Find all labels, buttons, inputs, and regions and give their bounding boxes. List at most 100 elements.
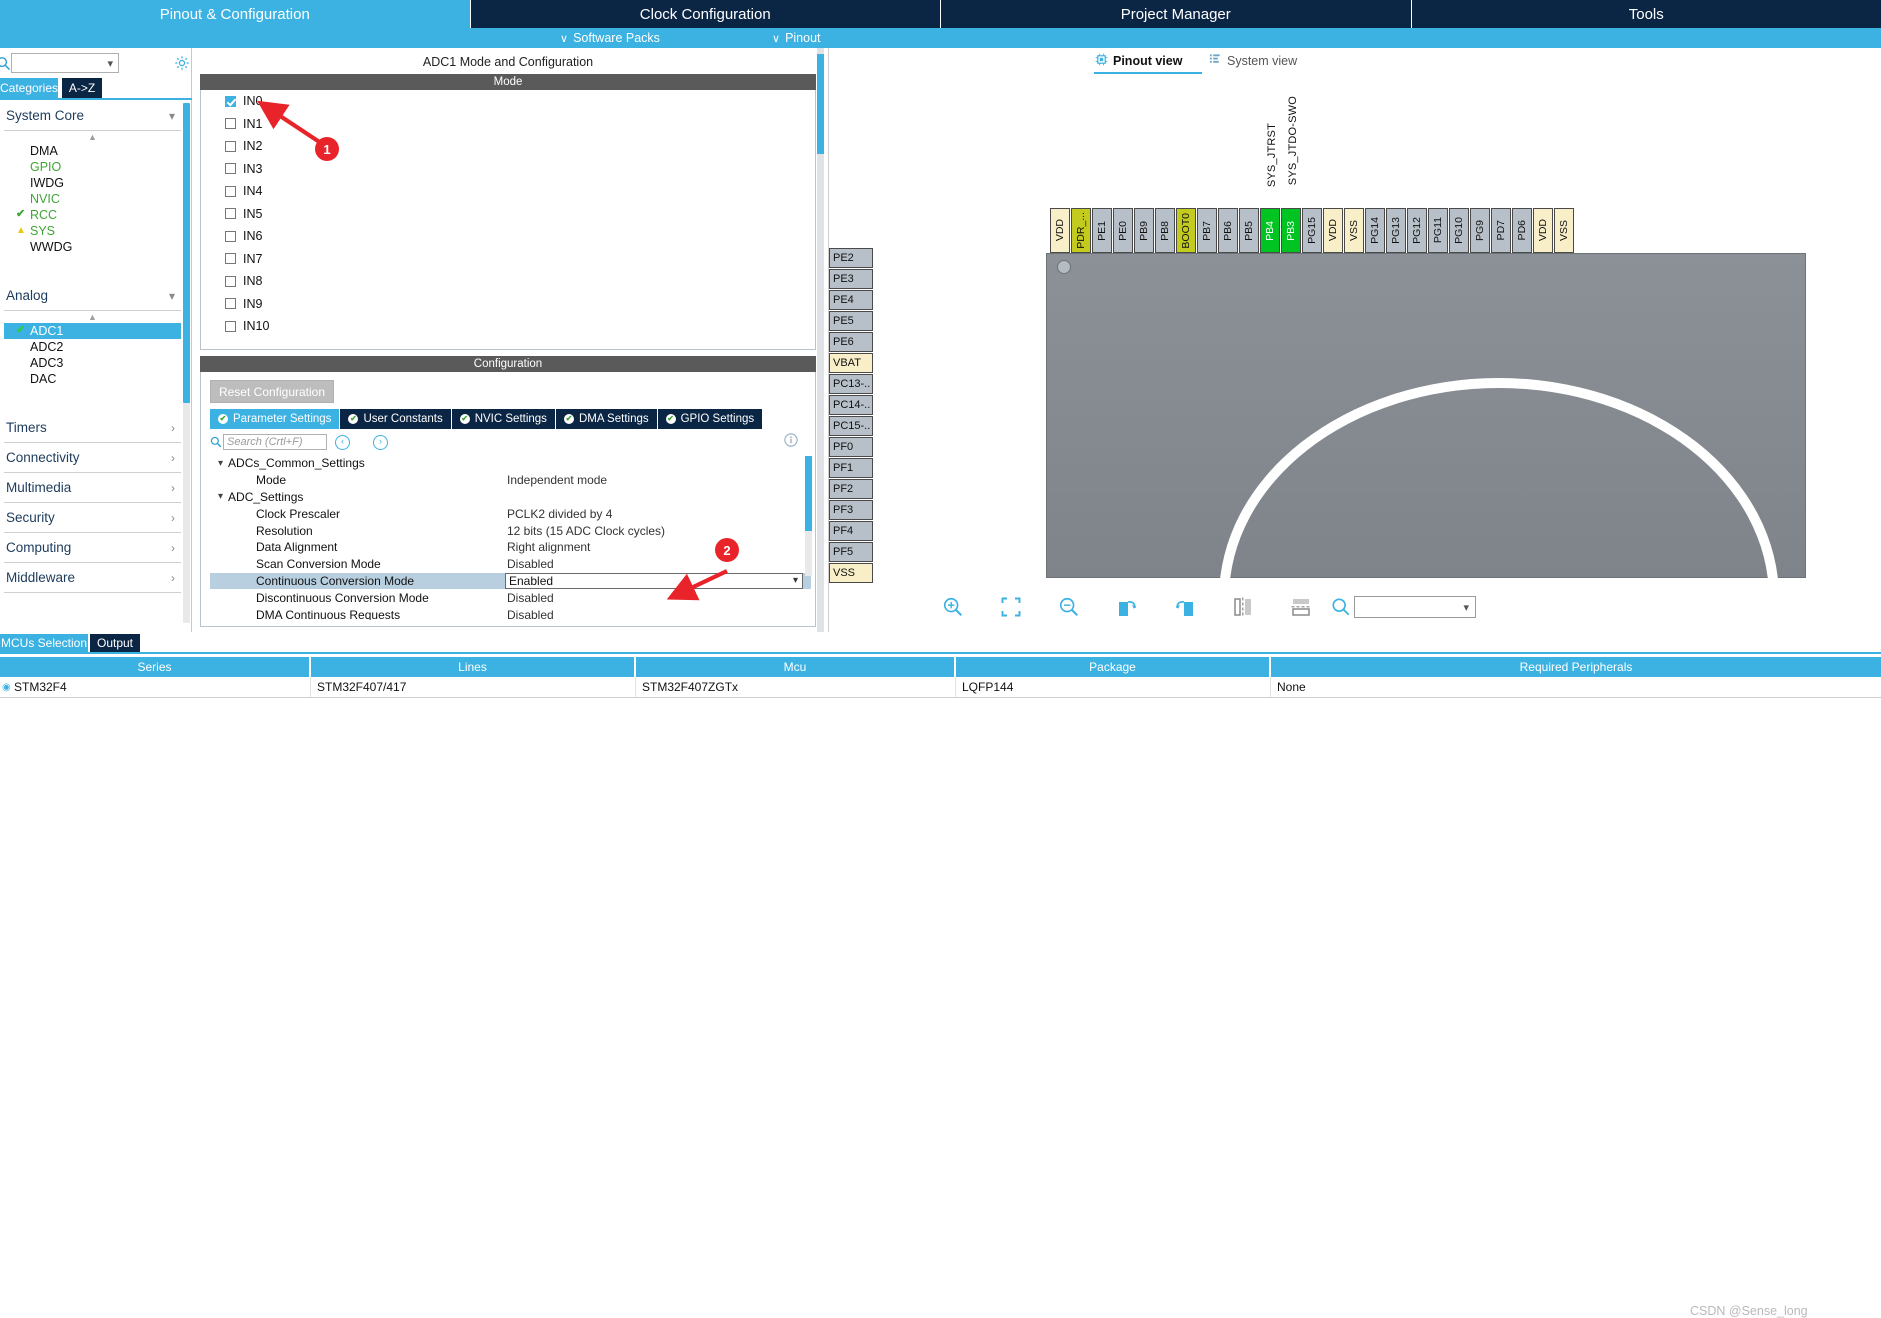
checkbox-row-in5[interactable]: IN5 [201, 203, 815, 226]
tab-mcus-selection[interactable]: MCUs Selection [0, 634, 88, 652]
pin-top-boot0[interactable]: BOOT0 [1176, 208, 1196, 253]
zoom-out-icon[interactable] [1055, 594, 1083, 620]
pin-top-pd7[interactable]: PD7 [1491, 208, 1511, 253]
tab-clock-configuration[interactable]: Clock Configuration [471, 0, 942, 28]
column-header-lines[interactable]: Lines [311, 657, 636, 677]
tree-item-iwdg[interactable]: IWDG [4, 175, 181, 191]
group-header-security[interactable]: Security › [4, 503, 181, 533]
pin-top-pe1[interactable]: PE1 [1092, 208, 1112, 253]
pin-top-vss[interactable]: VSS [1344, 208, 1364, 253]
tab-a-to-z[interactable]: A->Z [62, 78, 102, 98]
continuous-conversion-mode-dropdown[interactable]: Enabled ▾ [505, 573, 803, 589]
checkbox-row-in8[interactable]: IN8 [201, 270, 815, 293]
flip-vertical-icon[interactable] [1287, 594, 1315, 620]
tab-output[interactable]: Output [90, 634, 140, 652]
checkbox-row-in3[interactable]: IN3 [201, 158, 815, 181]
pin-top-pb4[interactable]: PB4 [1260, 208, 1280, 253]
pin-top-vss-2[interactable]: VSS [1554, 208, 1574, 253]
parameter-row-dma-continuous-requests[interactable]: DMA Continuous Requests Disabled [210, 606, 811, 620]
group-header-multimedia[interactable]: Multimedia › [4, 473, 181, 503]
table-row[interactable]: ◉ STM32F4 STM32F407/417 STM32F407ZGTx LQ… [0, 677, 1881, 698]
checkbox-row-in10[interactable]: IN10 [201, 315, 815, 338]
checkbox-row-in9[interactable]: IN9 [201, 293, 815, 316]
parameter-row-resolution[interactable]: Resolution 12 bits (15 ADC Clock cycles) [210, 522, 811, 539]
tab-categories[interactable]: Categories [0, 78, 58, 98]
scrollbar-thumb[interactable] [183, 103, 190, 403]
checkbox-row-in1[interactable]: IN1 [201, 113, 815, 136]
column-header-required-peripherals[interactable]: Required Peripherals [1271, 657, 1881, 677]
pin-left-pe3[interactable]: PE3 [829, 269, 873, 289]
tree-item-sys[interactable]: ▲SYS [4, 223, 181, 239]
search-icon[interactable] [1327, 594, 1355, 620]
rotate-right-icon[interactable] [1113, 594, 1141, 620]
pin-top-vdd-2[interactable]: VDD [1323, 208, 1343, 253]
tab-dma-settings[interactable]: ✔DMA Settings [556, 409, 658, 429]
pin-top-pg14[interactable]: PG14 [1365, 208, 1385, 253]
group-header-middleware[interactable]: Middleware › [4, 563, 181, 593]
reset-configuration-button[interactable]: Reset Configuration [210, 380, 334, 403]
pin-left-pf3[interactable]: PF3 [829, 500, 873, 520]
parameter-list-scrollbar[interactable] [805, 456, 812, 576]
pin-top-pb7[interactable]: PB7 [1197, 208, 1217, 253]
tree-item-adc2[interactable]: ADC2 [4, 339, 181, 355]
pin-top-pg12[interactable]: PG12 [1407, 208, 1427, 253]
tree-item-adc3[interactable]: ADC3 [4, 355, 181, 371]
pin-top-pb8[interactable]: PB8 [1155, 208, 1175, 253]
parameter-row-mode[interactable]: Mode Independent mode [210, 472, 811, 489]
tree-item-gpio[interactable]: GPIO [4, 159, 181, 175]
tab-parameter-settings[interactable]: ✔Parameter Settings [210, 409, 340, 429]
info-icon[interactable] [784, 433, 798, 447]
tab-nvic-settings[interactable]: ✔NVIC Settings [452, 409, 556, 429]
pin-top-pb3[interactable]: PB3 [1281, 208, 1301, 253]
parameter-row-continuous-conversion-mode[interactable]: Continuous Conversion Mode Enabled ▾ [210, 573, 811, 590]
checkbox-in9[interactable] [225, 298, 236, 309]
tab-tools[interactable]: Tools [1412, 0, 1881, 28]
peripheral-search-input[interactable]: ▾ [11, 53, 119, 73]
group-header-system-core[interactable]: System Core ▾ [4, 101, 181, 131]
checkbox-in6[interactable] [225, 231, 236, 242]
pin-top-pb6[interactable]: PB6 [1218, 208, 1238, 253]
pin-left-pe2[interactable]: PE2 [829, 248, 873, 268]
checkbox-in0[interactable] [225, 96, 236, 107]
tree-item-wwdg[interactable]: WWDG [4, 239, 181, 255]
tab-project-manager[interactable]: Project Manager [941, 0, 1412, 28]
pin-top-pg15[interactable]: PG15 [1302, 208, 1322, 253]
fit-icon[interactable] [997, 594, 1025, 620]
pin-left-vss[interactable]: VSS [829, 563, 873, 583]
pin-left-pf4[interactable]: PF4 [829, 521, 873, 541]
pin-left-pf0[interactable]: PF0 [829, 437, 873, 457]
column-header-mcu[interactable]: Mcu [636, 657, 956, 677]
column-header-series[interactable]: Series [0, 657, 311, 677]
parameter-row-clock-prescaler[interactable]: Clock Prescaler PCLK2 divided by 4 [210, 505, 811, 522]
gear-icon[interactable] [174, 55, 190, 76]
checkbox-row-in0[interactable]: IN0 [201, 90, 815, 113]
tree-item-dac[interactable]: DAC [4, 371, 181, 387]
pin-search-combo[interactable]: ▾ [1354, 596, 1476, 618]
pin-top-pd6[interactable]: PD6 [1512, 208, 1532, 253]
checkbox-in7[interactable] [225, 253, 236, 264]
tree-item-rcc[interactable]: ✔RCC [4, 207, 181, 223]
pin-left-pc15[interactable]: PC15-.. [829, 416, 873, 436]
checkbox-in1[interactable] [225, 118, 236, 129]
scrollbar-thumb[interactable] [817, 54, 824, 154]
scrollbar-thumb[interactable] [805, 456, 812, 531]
menu-software-packs[interactable]: ∨ Software Packs [560, 28, 660, 48]
checkbox-row-in6[interactable]: IN6 [201, 225, 815, 248]
pin-left-pc13[interactable]: PC13-.. [829, 374, 873, 394]
pin-top-pg11[interactable]: PG11 [1428, 208, 1448, 253]
middle-panel-scrollbar[interactable] [817, 48, 824, 632]
flip-horizontal-icon[interactable] [1229, 594, 1257, 620]
checkbox-in3[interactable] [225, 163, 236, 174]
checkbox-in5[interactable] [225, 208, 236, 219]
tab-gpio-settings[interactable]: ✔GPIO Settings [658, 409, 764, 429]
tree-item-nvic[interactable]: NVIC [4, 191, 181, 207]
parameter-group-row[interactable]: ▾ ADC_Settings [210, 489, 811, 506]
pin-top-pe0[interactable]: PE0 [1113, 208, 1133, 253]
pin-top-vdd-3[interactable]: VDD [1533, 208, 1553, 253]
tree-item-dma[interactable]: DMA [4, 143, 181, 159]
checkbox-row-in4[interactable]: IN4 [201, 180, 815, 203]
tab-pinout-configuration[interactable]: Pinout & Configuration [0, 0, 471, 28]
checkbox-in2[interactable] [225, 141, 236, 152]
pin-left-vbat[interactable]: VBAT [829, 353, 873, 373]
group-resize-handle[interactable]: ▲ [4, 131, 181, 143]
